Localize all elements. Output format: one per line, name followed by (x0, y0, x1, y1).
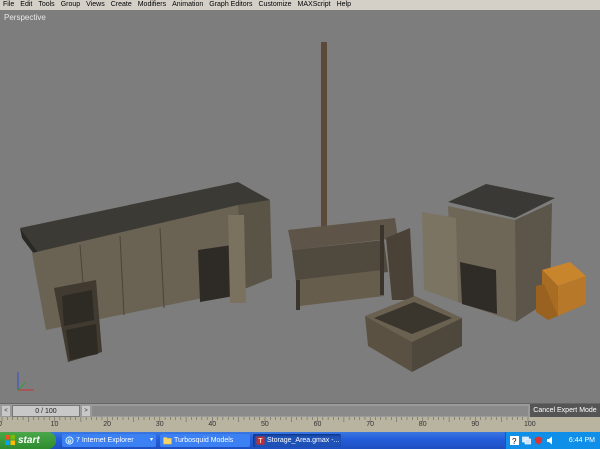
taskbar-item-gmax[interactable]: T Storage_Area.gmax -... (253, 434, 341, 447)
long-shed[interactable] (20, 182, 272, 362)
menu-item-file[interactable]: File (0, 0, 17, 10)
svg-text:e: e (68, 438, 72, 445)
time-slider-track[interactable] (92, 406, 528, 416)
orange-boxes[interactable] (536, 262, 586, 320)
menu-item-views[interactable]: Views (83, 0, 108, 10)
time-slider-bar: < 0 / 100 > Cancel Expert Mode (0, 403, 600, 418)
taskbar-item-internet-explorer[interactable]: e 7 Internet Explorer ▾ (62, 434, 156, 447)
ruler-tick-label: 40 (208, 421, 217, 428)
menu-item-maxscript[interactable]: MAXScript (295, 0, 334, 10)
menu-item-graph-editors[interactable]: Graph Editors (206, 0, 255, 10)
menu-item-animation[interactable]: Animation (169, 0, 206, 10)
menu-bar: File Edit Tools Group Views Create Modifiers An… (0, 0, 600, 10)
menu-item-customize[interactable]: Customize (255, 0, 294, 10)
taskbar-item-label: 7 Internet Explorer (76, 437, 134, 444)
menu-item-edit[interactable]: Edit (17, 0, 35, 10)
ruler-tick-label: 30 (155, 421, 164, 428)
menu-item-group[interactable]: Group (58, 0, 83, 10)
network-icon[interactable] (522, 436, 531, 445)
frame-ruler (1, 417, 529, 422)
gmax-app-icon: T (256, 436, 265, 445)
chevron-down-icon: ▾ (149, 437, 153, 443)
cancel-expert-mode-button[interactable]: Cancel Expert Mode (530, 404, 600, 418)
menu-item-create[interactable]: Create (108, 0, 135, 10)
time-slider[interactable]: 0 / 100 (12, 405, 80, 417)
viewport-label[interactable]: Perspective (4, 13, 46, 22)
ruler-tick-label: 10 (50, 421, 59, 428)
taskbar-item-turbosquid-models[interactable]: Turbosquid Models (160, 434, 250, 447)
ruler-tick-label: 90 (471, 421, 480, 428)
windows-taskbar: start e 7 Internet Explorer ▾ Turbosquid… (0, 432, 600, 449)
ruler-tick-label: 20 (103, 421, 111, 428)
small-shed[interactable] (422, 184, 555, 322)
clock[interactable]: 6:44 PM (569, 432, 595, 449)
svg-text:?: ? (512, 437, 517, 445)
start-label: start (18, 435, 40, 446)
time-prev-arrow[interactable]: < (2, 406, 10, 416)
menu-item-help[interactable]: Help (334, 0, 354, 10)
time-next-arrow[interactable]: > (82, 406, 90, 416)
help-icon[interactable]: ? (510, 436, 519, 445)
menu-item-tools[interactable]: Tools (35, 0, 57, 10)
ruler-tick-label: 80 (418, 421, 427, 428)
ruler-tick-label: 50 (261, 421, 269, 428)
folder-icon (163, 437, 172, 445)
open-crate[interactable] (365, 296, 462, 372)
ruler-tick-label: 100 (524, 421, 536, 428)
ruler-tick-label: 70 (366, 421, 374, 428)
scene-render (17, 42, 586, 391)
tall-pole[interactable] (321, 42, 327, 242)
internet-explorer-icon: e (65, 436, 74, 445)
taskbar-item-label: Storage_Area.gmax -... (267, 437, 340, 444)
volume-icon[interactable] (546, 436, 555, 445)
perspective-viewport[interactable]: Perspective (0, 10, 600, 403)
ruler-tick-label: 0 (0, 421, 2, 428)
svg-text:T: T (258, 436, 263, 445)
axis-tripod-icon (17, 372, 34, 391)
track-bar[interactable]: 0 10 20 30 40 50 60 70 80 90 100 (0, 417, 600, 432)
menu-item-modifiers[interactable]: Modifiers (135, 0, 169, 10)
wooden-rack[interactable] (288, 218, 414, 310)
system-tray: ? 6:44 PM (505, 432, 600, 449)
shield-icon[interactable] (534, 436, 543, 445)
ruler-tick-label: 60 (313, 421, 322, 428)
windows-flag-icon (5, 435, 15, 445)
start-button[interactable]: start (0, 432, 56, 449)
taskbar-item-label: Turbosquid Models (174, 437, 234, 444)
